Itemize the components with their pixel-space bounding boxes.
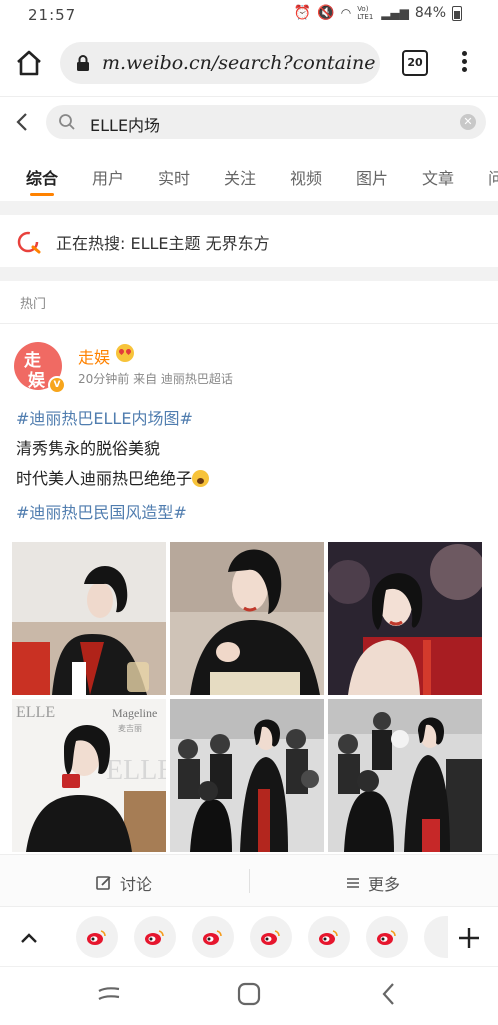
home-nav-icon[interactable] xyxy=(236,981,262,1007)
weibo-logo-icon[interactable] xyxy=(366,916,408,958)
tab-comprehensive[interactable]: 综合 xyxy=(26,165,58,189)
search-icon xyxy=(59,114,75,130)
chevron-up-icon[interactable] xyxy=(18,927,40,949)
post-text: 时代美人迪丽热巴绝绝子 xyxy=(16,469,193,488)
heart-eyes-icon xyxy=(116,344,134,362)
weibo-logo-icon[interactable] xyxy=(424,916,448,958)
tab-following[interactable]: 关注 xyxy=(224,165,256,189)
more-label: 更多 xyxy=(368,875,401,894)
signal-label: Vo) LTE1 xyxy=(357,5,374,21)
url-text: m.weibo.cn/search?containe xyxy=(102,52,376,74)
wifi-icon: ◠ xyxy=(340,6,352,20)
active-tab-indicator xyxy=(30,193,54,196)
photo-thumbnail[interactable] xyxy=(170,542,324,695)
back-arrow-icon[interactable] xyxy=(12,111,34,133)
tab-video[interactable]: 视频 xyxy=(290,165,322,189)
divider xyxy=(0,267,498,281)
avatar-text: 娱 xyxy=(28,371,45,390)
tab-realtime[interactable]: 实时 xyxy=(158,165,190,189)
tab-pictures[interactable]: 图片 xyxy=(356,165,388,189)
hot-search-banner[interactable]: 正在热搜: ELLE主题 无界东方 xyxy=(0,215,498,267)
post-meta: 20分钟前 来自 迪丽热巴超话 xyxy=(78,372,233,386)
discuss-button[interactable]: 讨论 xyxy=(96,871,152,895)
clear-icon[interactable]: ✕ xyxy=(460,114,476,130)
battery-percent: 84% xyxy=(414,5,446,21)
weibo-post: 走 娱 V 走娱 20分钟前 来自 迪丽热巴超话 #迪丽热巴ELLE内场图# 清… xyxy=(0,324,498,854)
signal-bars-icon: ▂▄▆ xyxy=(381,6,409,20)
recent-apps-icon[interactable] xyxy=(96,983,122,1005)
hashtag-link[interactable]: #迪丽热巴ELLE内场图# xyxy=(16,406,193,432)
back-nav-icon[interactable] xyxy=(378,981,400,1007)
photo-thumbnail[interactable] xyxy=(12,542,166,695)
photo-thumbnail[interactable] xyxy=(170,699,324,852)
mute-icon: 🔇 xyxy=(317,5,335,21)
tab-users[interactable]: 用户 xyxy=(92,165,124,189)
weibo-logo-icon[interactable] xyxy=(192,916,234,958)
weibo-logo-icon[interactable] xyxy=(134,916,176,958)
address-bar[interactable]: m.weibo.cn/search?containe xyxy=(60,42,380,84)
lock-icon xyxy=(77,55,89,71)
hot-search-text: 正在热搜: ELLE主题 无界东方 xyxy=(56,234,270,253)
weibo-logo-icon[interactable] xyxy=(308,916,350,958)
browser-toolbar: m.weibo.cn/search?containe 20 xyxy=(0,32,498,97)
more-button[interactable]: 更多 xyxy=(346,871,400,895)
tab-articles[interactable]: 文章 xyxy=(422,165,454,189)
divider xyxy=(249,869,250,893)
category-tabs: 综合 用户 实时 关注 视频 图片 文章 问 xyxy=(0,151,498,201)
plus-icon[interactable] xyxy=(454,923,484,953)
weibo-logo-icon[interactable] xyxy=(76,916,118,958)
section-label: 热门 xyxy=(20,297,47,312)
battery-icon xyxy=(452,5,462,21)
photo-brand-logo: Mageline xyxy=(112,706,157,720)
post-text-line: 清秀隽永的脱俗美貌 xyxy=(16,439,161,458)
status-time: 21:57 xyxy=(28,6,77,24)
search-header: ELLE内场 ✕ xyxy=(0,97,498,151)
weibo-logo-icon[interactable] xyxy=(250,916,292,958)
search-query: ELLE内场 xyxy=(90,116,161,135)
hashtag-link[interactable]: #迪丽热巴民国风造型# xyxy=(16,500,187,526)
status-bar: 21:57 ⏰ 🔇 ◠ Vo) LTE1 ▂▄▆ 84% xyxy=(0,0,498,32)
tab-switcher-button[interactable]: 20 xyxy=(402,50,428,76)
alarm-icon: ⏰ xyxy=(293,5,312,21)
discuss-label: 讨论 xyxy=(120,875,153,894)
divider xyxy=(0,201,498,215)
photo-elle-logo: ELLE xyxy=(16,704,55,721)
overflow-menu-icon[interactable] xyxy=(454,48,474,78)
list-icon xyxy=(347,878,359,888)
photo-thumbnail[interactable]: ELLE Mageline 麦吉丽 ELLE xyxy=(12,699,166,852)
photo-thumbnail[interactable] xyxy=(328,542,482,695)
photo-thumbnail[interactable] xyxy=(328,699,482,852)
bottom-toolbar xyxy=(0,906,498,967)
username[interactable]: 走娱 xyxy=(78,344,110,368)
tab-questions[interactable]: 问 xyxy=(488,165,498,189)
post-action-bar: 讨论 更多 xyxy=(0,854,498,907)
system-nav-bar xyxy=(0,966,498,1025)
verified-badge-icon: V xyxy=(48,376,66,394)
photo-elle-watermark: ELLE xyxy=(106,755,166,786)
section-header: 热门 xyxy=(0,281,498,324)
photo-brand-sub: 麦吉丽 xyxy=(118,723,142,733)
home-icon[interactable] xyxy=(14,48,44,78)
surprised-emoji-icon xyxy=(192,470,210,487)
post-text-line: 时代美人迪丽热巴绝绝子 xyxy=(16,466,210,492)
edit-icon xyxy=(96,876,111,890)
search-input[interactable]: ELLE内场 ✕ xyxy=(46,105,486,139)
status-icons: ⏰ 🔇 ◠ Vo) LTE1 ▂▄▆ 84% xyxy=(294,5,462,21)
hot-search-icon xyxy=(17,231,41,254)
